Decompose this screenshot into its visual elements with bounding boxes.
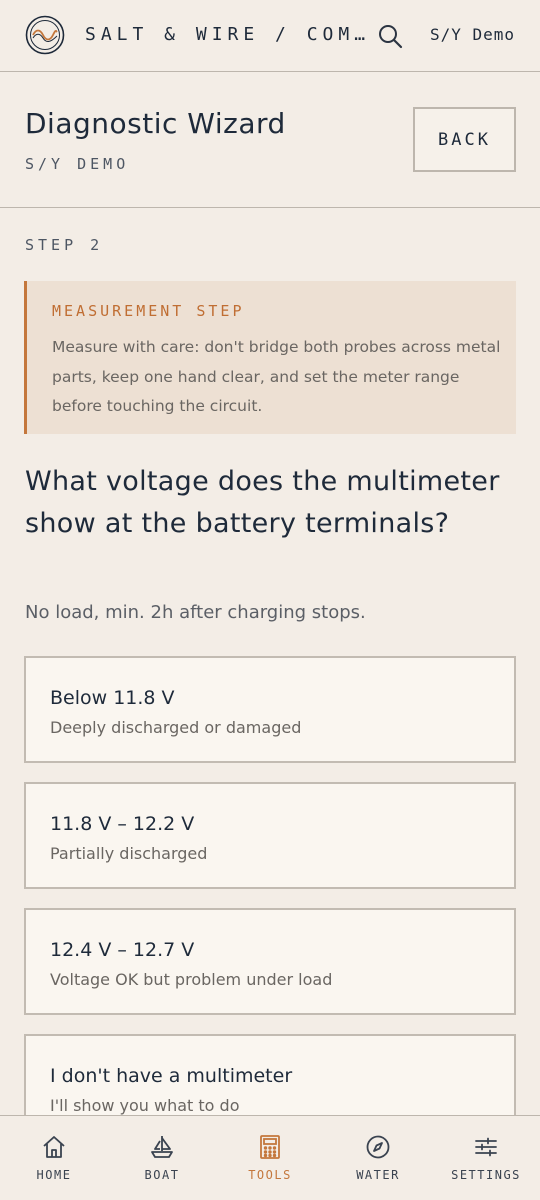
vessel-selector[interactable]: S/Y Demo: [430, 25, 515, 44]
nav-item-boat[interactable]: BOAT: [108, 1116, 216, 1200]
option-title: 12.4 V – 12.7 V: [50, 939, 195, 961]
question-hint: No load, min. 2h after charging stops.: [25, 602, 366, 623]
option-11-8-to-12-2[interactable]: 11.8 V – 12.2 V Partially discharged: [24, 782, 516, 889]
nav-label: HOME: [36, 1168, 72, 1182]
page-header: Diagnostic Wizard S/Y DEMO BACK: [0, 73, 540, 208]
note-title: MEASUREMENT STEP: [52, 302, 245, 320]
nav-label: WATER: [356, 1168, 400, 1182]
compass-icon: [365, 1134, 391, 1160]
option-description: I'll show you what to do: [50, 1096, 240, 1115]
nav-item-tools[interactable]: TOOLS: [216, 1116, 324, 1200]
page-title: Diagnostic Wizard: [25, 107, 286, 140]
option-title: Below 11.8 V: [50, 687, 175, 709]
nav-item-water[interactable]: WATER: [324, 1116, 432, 1200]
brand-title[interactable]: SALT & WIRE / COM…: [85, 24, 370, 45]
home-icon: [41, 1134, 67, 1160]
question-text: What voltage does the multimeter show at…: [25, 466, 500, 539]
option-below-11-8[interactable]: Below 11.8 V Deeply discharged or damage…: [24, 656, 516, 763]
top-bar: SALT & WIRE / COM… S/Y Demo: [0, 0, 540, 72]
sailboat-icon: [149, 1134, 175, 1160]
note-text: Measure with care: don't bridge both pro…: [52, 338, 501, 415]
step-label: STEP 2: [25, 236, 104, 254]
bottom-nav: HOME BOAT TOOLS WATER SETTINGS: [0, 1115, 540, 1200]
option-description: Deeply discharged or damaged: [50, 718, 302, 737]
nav-label: SETTINGS: [451, 1168, 521, 1182]
option-title: 11.8 V – 12.2 V: [50, 813, 195, 835]
option-description: Voltage OK but problem under load: [50, 970, 333, 989]
nav-item-settings[interactable]: SETTINGS: [432, 1116, 540, 1200]
search-icon[interactable]: [377, 23, 403, 49]
page-subtitle: S/Y DEMO: [25, 155, 130, 173]
option-description: Partially discharged: [50, 844, 208, 863]
calculator-icon: [257, 1134, 283, 1160]
nav-label: BOAT: [144, 1168, 180, 1182]
option-12-4-to-12-7[interactable]: 12.4 V – 12.7 V Voltage OK but problem u…: [24, 908, 516, 1015]
wave-logo-icon[interactable]: [25, 15, 65, 55]
back-button[interactable]: BACK: [413, 107, 516, 172]
sliders-icon: [473, 1134, 499, 1160]
nav-label: TOOLS: [248, 1168, 292, 1182]
nav-item-home[interactable]: HOME: [0, 1116, 108, 1200]
option-title: I don't have a multimeter: [50, 1065, 293, 1087]
measurement-note: MEASUREMENT STEP Measure with care: don'…: [24, 281, 516, 434]
